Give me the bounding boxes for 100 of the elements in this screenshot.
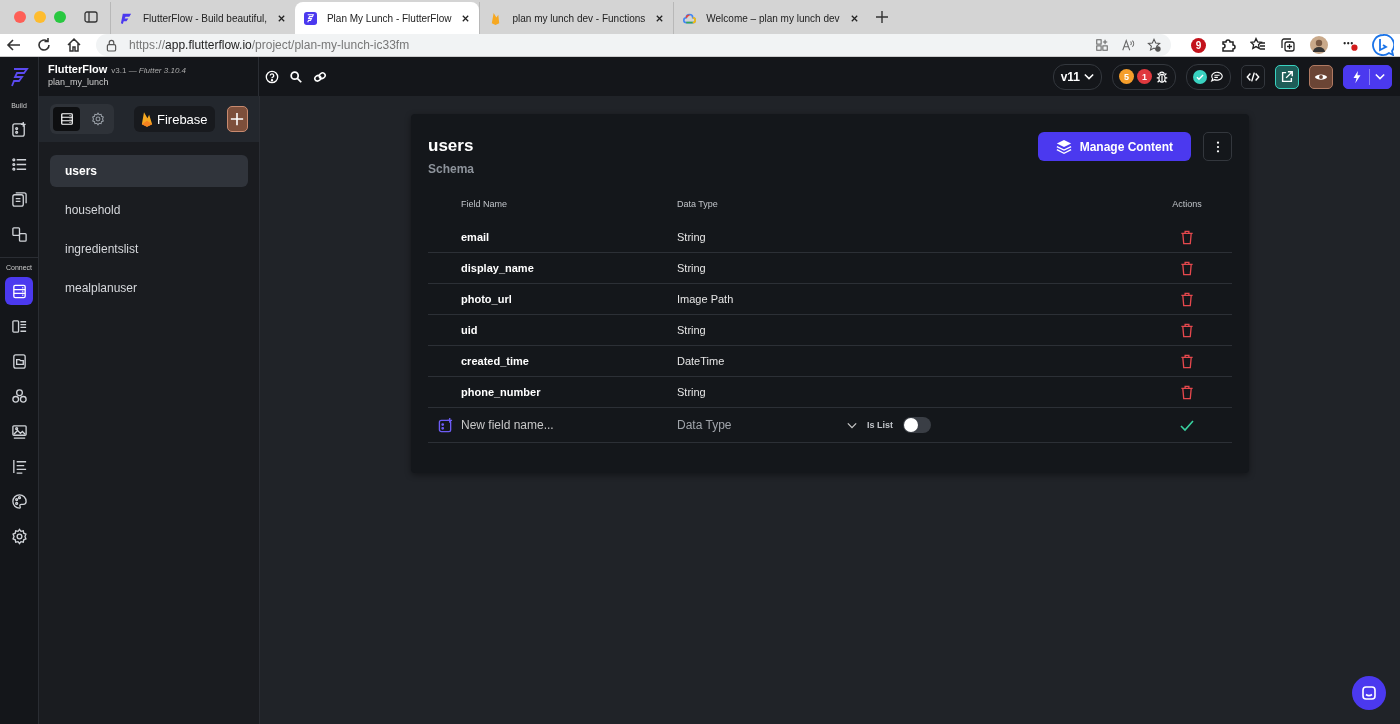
- collections-icon[interactable]: [1280, 37, 1296, 53]
- chevron-down-icon: [1375, 73, 1385, 80]
- chevron-down-icon: [1084, 73, 1094, 80]
- list-toggle[interactable]: [903, 417, 931, 433]
- field-name: photo_url: [461, 293, 513, 305]
- sidebar-toggle-icon[interactable]: [84, 10, 98, 24]
- add-collection-button[interactable]: [226, 106, 248, 132]
- app-logo-icon[interactable]: [9, 66, 29, 87]
- collection-subtitle: Schema: [428, 162, 476, 176]
- browser-tab[interactable]: Plan My Lunch - FlutterFlow: [294, 2, 480, 34]
- field-name-input[interactable]: New field name...: [461, 418, 661, 432]
- field-type: String: [677, 231, 707, 243]
- pages-icon: [10, 190, 28, 208]
- more-vertical-icon: [1215, 140, 1220, 153]
- chat-bubble-icon[interactable]: [1372, 34, 1394, 56]
- delete-icon[interactable]: [1180, 322, 1194, 338]
- collection-item[interactable]: users: [50, 155, 248, 187]
- favorite-add-icon[interactable]: [1147, 38, 1161, 52]
- folder-icon: [10, 352, 28, 370]
- delete-icon[interactable]: [1180, 353, 1194, 369]
- field-name: email: [461, 231, 491, 243]
- read-aloud-icon[interactable]: [1121, 38, 1135, 52]
- branch-selector[interactable]: v11: [1052, 63, 1102, 90]
- apps-icon[interactable]: [1095, 38, 1109, 52]
- close-icon[interactable]: [849, 13, 859, 23]
- check-circle-icon[interactable]: [1193, 69, 1207, 84]
- collection-item[interactable]: mealplanuser: [50, 272, 248, 304]
- chevron-down-icon: [847, 421, 857, 429]
- tab-logo-icon: [303, 11, 317, 25]
- column-header: Field Name: [461, 199, 508, 209]
- bug-icon[interactable]: [1155, 69, 1169, 84]
- external-link-icon: [1280, 69, 1294, 84]
- add-field-icon: [438, 417, 453, 433]
- settings-icon: [90, 112, 105, 126]
- url-text: https://app.flutterflow.io/project/plan-my-lunch-ic33fm: [129, 38, 410, 52]
- error-count[interactable]: 1: [1137, 69, 1152, 84]
- plus-icon: [230, 112, 245, 126]
- search-icon[interactable]: [289, 69, 303, 84]
- link-icon[interactable]: [313, 69, 327, 84]
- delete-icon[interactable]: [1180, 384, 1194, 400]
- version-text: v3.1 — Flutter 3.10.4: [111, 66, 186, 75]
- code-button[interactable]: [1241, 64, 1265, 89]
- chat-icon[interactable]: [1210, 69, 1224, 84]
- column-header: Data Type: [677, 199, 719, 209]
- swap-icon: [10, 225, 28, 243]
- address-bar[interactable]: https://app.flutterflow.io/project/plan-my-lunch-ic33fm: [96, 34, 1171, 56]
- image-icon: [10, 422, 28, 440]
- tab-title: FlutterFlow - Build beautiful,: [143, 12, 267, 24]
- close-icon[interactable]: [655, 13, 665, 23]
- settings-icon: [10, 527, 28, 545]
- extension-icon[interactable]: [1220, 37, 1236, 53]
- reload-icon[interactable]: [36, 37, 52, 53]
- help-icon[interactable]: [265, 69, 279, 84]
- open-preview-button[interactable]: [1275, 64, 1299, 89]
- database-icon: [59, 112, 74, 126]
- database-icon: [10, 282, 28, 300]
- palette-icon: [10, 492, 28, 510]
- tab-title: Welcome – plan my lunch dev: [706, 12, 840, 24]
- avatar-icon[interactable]: [1310, 36, 1328, 54]
- list-icon: [10, 155, 28, 173]
- text-icon: [10, 457, 28, 475]
- collection-item[interactable]: household: [50, 194, 248, 226]
- delete-icon[interactable]: [1180, 260, 1194, 276]
- chat-icon: [1361, 685, 1377, 701]
- field-type: String: [677, 386, 707, 398]
- flame-icon: [141, 111, 153, 127]
- field-name: uid: [461, 324, 479, 336]
- rail-button[interactable]: [5, 277, 33, 305]
- table-icon: [10, 317, 28, 335]
- layers-icon: [1055, 138, 1072, 155]
- app-name: FlutterFlow: [48, 63, 108, 75]
- lock-icon: [106, 38, 117, 52]
- cloud-icon: [683, 11, 697, 25]
- firebase-button[interactable]: Firebase: [134, 106, 215, 132]
- data-type-dropdown[interactable]: Data Type: [677, 418, 857, 432]
- extension-badge[interactable]: 9: [1191, 37, 1206, 53]
- field-type: Image Path: [677, 293, 735, 305]
- home-icon[interactable]: [66, 37, 82, 53]
- close-icon[interactable]: [276, 13, 286, 23]
- chat-button[interactable]: [1352, 676, 1386, 710]
- view-tab[interactable]: [53, 107, 80, 131]
- field-name: created_time: [461, 355, 530, 367]
- field-type: String: [677, 324, 707, 336]
- run-button[interactable]: [1343, 64, 1392, 89]
- back-icon[interactable]: [6, 37, 22, 53]
- collection-item[interactable]: ingredientslist: [50, 233, 248, 265]
- tab-logo-icon: [120, 11, 133, 25]
- add-widget-icon: [10, 120, 28, 138]
- close-icon[interactable]: [461, 13, 471, 23]
- toggle-label: Is List: [867, 420, 893, 430]
- tab-title: plan my lunch dev - Functions: [512, 12, 646, 24]
- delete-icon[interactable]: [1180, 291, 1194, 307]
- column-header: Actions: [1171, 199, 1203, 209]
- delete-icon[interactable]: [1180, 229, 1194, 245]
- field-type: DateTime: [677, 355, 726, 367]
- favorites-icon[interactable]: [1250, 37, 1266, 53]
- preview-button[interactable]: [1309, 64, 1333, 89]
- field-type: String: [677, 262, 707, 274]
- manage-content-button[interactable]: Manage Content: [1037, 132, 1191, 161]
- new-tab-icon[interactable]: [875, 11, 888, 23]
